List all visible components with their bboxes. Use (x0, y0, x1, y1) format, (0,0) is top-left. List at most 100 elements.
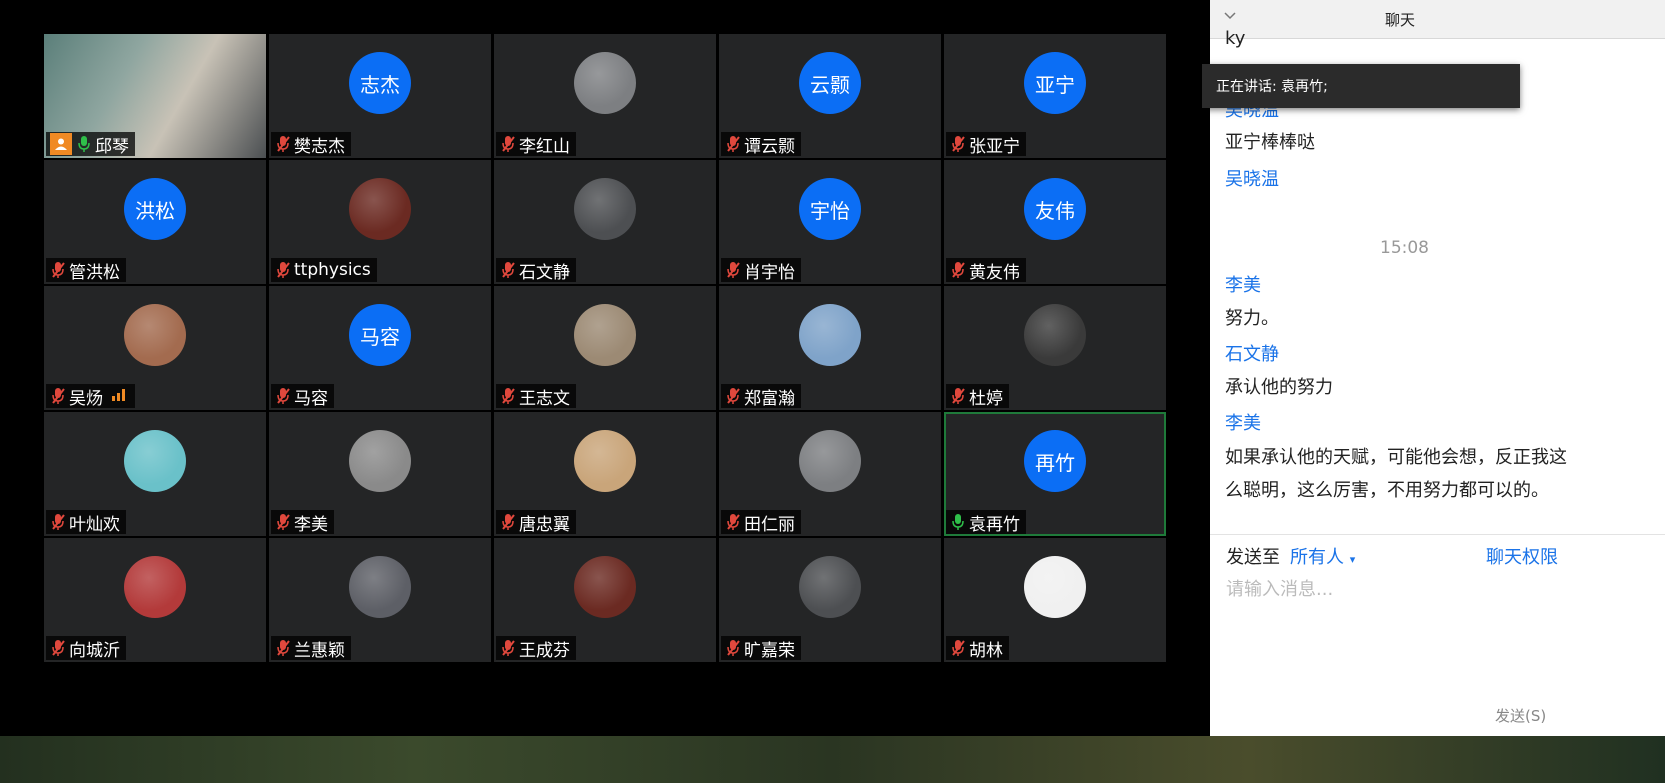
meeting-gallery-view: 邱琴 志杰 樊志杰 李红山 云颢 谭云颢 亚宁 张亚宁 洪松 管洪松 ttphysics 石文静 宇怡肖… (0, 0, 1210, 736)
participant-tile[interactable]: 李美 (269, 412, 491, 536)
participant-name: 袁再竹 (969, 514, 1020, 535)
chat-compose-area: 发送至 所有人 ▾ 聊天权限 发送(S) (1210, 534, 1665, 737)
caret-down-icon: ▾ (1349, 553, 1356, 566)
participant-name: 郑富瀚 (744, 388, 795, 409)
participant-nameplate: 吴炀 (46, 384, 135, 409)
participant-tile[interactable]: 志杰 樊志杰 (269, 34, 491, 158)
participant-name: 杜婷 (969, 388, 1003, 409)
participant-nameplate: 李红山 (496, 132, 576, 157)
participant-name: 肖宇怡 (744, 262, 795, 283)
avatar-photo (574, 430, 636, 492)
participant-tile[interactable]: 友伟 黄友伟 (944, 160, 1166, 284)
initials-avatar: 宇怡 (799, 178, 861, 240)
participant-tile[interactable]: ttphysics (269, 160, 491, 284)
microphone-muted-icon (725, 639, 744, 657)
participant-name: 李美 (294, 514, 328, 535)
avatar-initials: 亚宁 (1035, 72, 1075, 97)
participant-name: 王志文 (519, 388, 570, 409)
network-signal-icon (103, 386, 129, 406)
participant-name: 胡林 (969, 640, 1003, 661)
participant-name: 唐忠翼 (519, 514, 570, 535)
microphone-icon (76, 135, 95, 153)
microphone-muted-icon (725, 135, 744, 153)
participant-tile[interactable]: 石文静 (494, 160, 716, 284)
participant-nameplate: 谭云颢 (721, 132, 801, 157)
participant-name: 张亚宁 (969, 136, 1020, 157)
microphone-muted-icon (950, 135, 969, 153)
participant-tile[interactable]: 宇怡肖宇怡 (719, 160, 941, 284)
participant-nameplate: 叶灿欢 (46, 510, 126, 535)
participant-tile[interactable]: 旷嘉荣 (719, 538, 941, 662)
initials-avatar: 云颢 (799, 52, 861, 114)
avatar-photo (574, 304, 636, 366)
chat-permission-button[interactable]: 聊天权限 (1486, 543, 1558, 569)
participant-tile[interactable]: 田仁丽 (719, 412, 941, 536)
chat-sender: 李美 (1225, 275, 1261, 296)
participant-nameplate: 旷嘉荣 (721, 636, 801, 661)
participant-tile[interactable]: 云颢谭云颢 (719, 34, 941, 158)
participant-tile[interactable]: 李红山 (494, 34, 716, 158)
participant-tile[interactable]: 亚宁张亚宁 (944, 34, 1166, 158)
send-to-dropdown[interactable]: 所有人 ▾ (1290, 543, 1355, 569)
participant-nameplate: 杜婷 (946, 384, 1009, 409)
microphone-muted-icon (500, 261, 519, 279)
avatar-photo (1024, 556, 1086, 618)
participant-tile[interactable]: 邱琴 (44, 34, 266, 158)
participant-name: 王成芬 (519, 640, 570, 661)
participant-name: 兰惠颖 (294, 640, 345, 661)
avatar-initials: 洪松 (135, 198, 175, 223)
participant-name: 邱琴 (95, 136, 129, 157)
participant-name: 吴炀 (69, 388, 103, 409)
participant-tile[interactable]: 胡林 (944, 538, 1166, 662)
participant-tile[interactable]: 吴炀 (44, 286, 266, 410)
chat-message-input[interactable] (1224, 573, 1648, 605)
participant-tile[interactable]: 洪松管洪松 (44, 160, 266, 284)
participant-tile[interactable]: 王志文 (494, 286, 716, 410)
microphone-muted-icon (500, 387, 519, 405)
initials-avatar: 马容 (349, 304, 411, 366)
participant-tile[interactable]: 向城沂 (44, 538, 266, 662)
participant-tile[interactable]: 兰惠颖 (269, 538, 491, 662)
initials-avatar: 亚宁 (1024, 52, 1086, 114)
avatar-photo (124, 304, 186, 366)
microphone-muted-icon (950, 387, 969, 405)
microphone-muted-icon (275, 261, 294, 279)
send-button[interactable]: 发送(S) (1495, 705, 1546, 726)
participant-tile[interactable]: 马容 马容 (269, 286, 491, 410)
chat-title: 聊天 (1384, 11, 1415, 29)
participant-tile[interactable]: 郑富瀚 (719, 286, 941, 410)
participant-tile[interactable]: 叶灿欢 (44, 412, 266, 536)
chat-panel: 聊天 ky 吴晓温 亚宁棒棒哒 吴晓温 15:08 李美 努力。 石文静 承认他… (1210, 0, 1665, 736)
avatar-photo (799, 304, 861, 366)
participant-nameplate: 胡林 (946, 636, 1009, 661)
initials-avatar: 洪松 (124, 178, 186, 240)
chat-message-text: 亚宁棒棒哒 (1225, 132, 1315, 153)
microphone-muted-icon (500, 135, 519, 153)
chat-sender: 石文静 (1225, 344, 1279, 365)
avatar-photo (124, 430, 186, 492)
participant-tile[interactable]: 王成芬 (494, 538, 716, 662)
participant-grid: 邱琴 志杰 樊志杰 李红山 云颢 谭云颢 亚宁 张亚宁 洪松 管洪松 ttphysics 石文静 宇怡肖… (44, 34, 1170, 664)
participant-nameplate: 王成芬 (496, 636, 576, 661)
participant-nameplate: 袁再竹 (946, 510, 1026, 535)
avatar-photo (574, 52, 636, 114)
participant-tile[interactable]: 杜婷 (944, 286, 1166, 410)
participant-name: 石文静 (519, 262, 570, 283)
microphone-muted-icon (500, 513, 519, 531)
participant-nameplate: 兰惠颖 (271, 636, 351, 661)
avatar-initials: 云颢 (810, 72, 850, 97)
participant-name: 向城沂 (69, 640, 120, 661)
participant-tile[interactable]: 再竹 袁再竹 (944, 412, 1166, 536)
participant-tile[interactable]: 唐忠翼 (494, 412, 716, 536)
participant-name: 田仁丽 (744, 514, 795, 535)
avatar-initials: 马容 (360, 324, 400, 349)
participant-nameplate: 黄友伟 (946, 258, 1026, 283)
participant-nameplate: 肖宇怡 (721, 258, 801, 283)
chat-sender: 李美 (1225, 413, 1261, 434)
send-to-label: 发送至 (1226, 547, 1280, 568)
active-speaker-banner: 正在讲话: 袁再竹; (1202, 64, 1520, 108)
participant-nameplate: 田仁丽 (721, 510, 801, 535)
chat-message-text: 如果承认他的天赋，可能他会想，反正我这 (1225, 447, 1567, 468)
participant-name: 管洪松 (69, 262, 120, 283)
participant-nameplate: 石文静 (496, 258, 576, 283)
